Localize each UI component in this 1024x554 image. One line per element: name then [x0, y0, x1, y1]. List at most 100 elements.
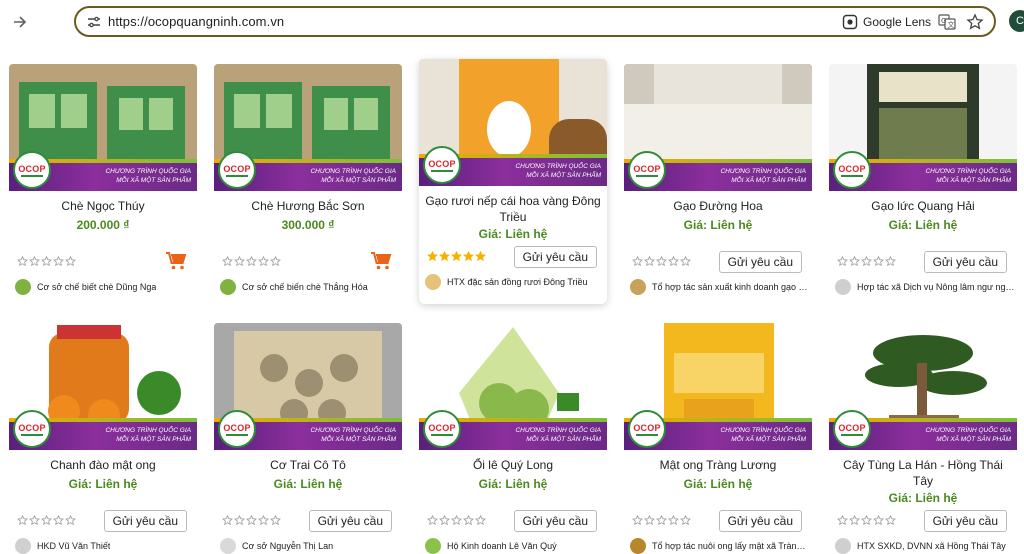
- seller-info[interactable]: Hợp tác xã Dịch vụ Nông lâm ngư nghiệp Q…: [835, 279, 1015, 295]
- product-price: Giá: Liên hệ: [68, 477, 138, 491]
- product-price: 200.000 ₫: [76, 218, 130, 232]
- rating-star-icon: [427, 515, 438, 526]
- seller-name[interactable]: HKD Vũ Văn Thiết: [37, 541, 110, 551]
- tune-icon[interactable]: [86, 14, 102, 30]
- ocop-badge-text: OCOP: [223, 423, 251, 433]
- seller-info[interactable]: HTX đặc sản đồng rươi Đông Triều: [425, 274, 605, 290]
- send-request-button[interactable]: Gửi yêu cầu: [718, 510, 802, 532]
- product-card[interactable]: CHƯƠNG TRÌNH QUỐC GIA MỖI XÃ MỘT SẢN PHẨ…: [829, 64, 1017, 309]
- banner-line-2: MỖI XÃ MỘT SẢN PHẨM: [731, 177, 806, 184]
- rating-star-icon: [270, 515, 281, 526]
- product-card[interactable]: CHƯƠNG TRÌNH QUỐC GIA MỖI XÃ MỘT SẢN PHẨ…: [624, 64, 812, 309]
- product-image[interactable]: CHƯƠNG TRÌNH QUỐC GIA MỖI XÃ MỘT SẢN PHẨ…: [9, 64, 197, 191]
- product-price: Giá: Liên hệ: [478, 477, 548, 491]
- product-image[interactable]: CHƯƠNG TRÌNH QUỐC GIA MỖI XÃ MỘT SẢN PHẨ…: [419, 323, 607, 450]
- banner-line-1: CHƯƠNG TRÌNH QUỐC GIA: [310, 427, 396, 434]
- send-request-button[interactable]: Gửi yêu cầu: [923, 251, 1007, 273]
- send-request-button[interactable]: Gửi yêu cầu: [513, 246, 597, 268]
- product-card[interactable]: CHƯƠNG TRÌNH QUỐC GIA MỖI XÃ MỘT SẢN PHẨ…: [214, 323, 402, 554]
- product-title[interactable]: Cây Tùng La Hán - Hồng Thái Tây: [835, 457, 1011, 489]
- product-image[interactable]: CHƯƠNG TRÌNH QUỐC GIA MỖI XÃ MỘT SẢN PHẨ…: [214, 323, 402, 450]
- seller-info[interactable]: Cơ sở Nguyễn Thị Lan: [220, 538, 400, 554]
- seller-name[interactable]: HTX SXKD, DVNN xã Hồng Thái Tây: [857, 541, 1006, 551]
- send-request-button[interactable]: Gửi yêu cầu: [308, 510, 392, 532]
- seller-info[interactable]: Tổ hợp tác nuôi ong lấy mật xã Tràng Lươ…: [630, 538, 810, 554]
- banner-line-2: MỖI XÃ MỘT SẢN PHẨM: [526, 436, 601, 443]
- seller-logo-icon: [220, 538, 236, 554]
- product-image[interactable]: CHƯƠNG TRÌNH QUỐC GIA MỖI XÃ MỘT SẢN PHẨ…: [829, 64, 1017, 191]
- forward-icon[interactable]: [9, 11, 31, 33]
- product-title[interactable]: Mật ong Tràng Lương: [630, 457, 806, 473]
- send-request-button[interactable]: Gửi yêu cầu: [513, 510, 597, 532]
- banner-line-2: MỖI XÃ MỘT SẢN PHẨM: [321, 436, 396, 443]
- rating-star-icon: [65, 256, 76, 267]
- add-to-cart-icon[interactable]: [165, 251, 187, 271]
- add-to-cart-icon[interactable]: [370, 251, 392, 271]
- seller-name[interactable]: Tổ hợp tác sản xuất kinh doanh gạo Đường…: [652, 282, 810, 292]
- product-title[interactable]: Ổi lê Quý Long: [425, 457, 601, 473]
- seller-info[interactable]: Cơ sở chế biết chè Dũng Nga: [15, 279, 195, 295]
- rating-star-icon: [65, 515, 76, 526]
- star-icon[interactable]: [966, 13, 984, 31]
- product-image[interactable]: CHƯƠNG TRÌNH QUỐC GIA MỖI XÃ MỘT SẢN PHẨ…: [419, 59, 607, 186]
- ocop-logo-icon: OCOP: [833, 151, 871, 189]
- seller-name[interactable]: Tổ hợp tác nuôi ong lấy mật xã Tràng Lươ…: [652, 541, 810, 551]
- seller-info[interactable]: Hộ Kinh doanh Lê Văn Quý: [425, 538, 605, 554]
- seller-name[interactable]: Hộ Kinh doanh Lê Văn Quý: [447, 541, 557, 551]
- ocop-badge-text: OCOP: [838, 423, 866, 433]
- product-title[interactable]: Chè Ngọc Thúy: [15, 198, 191, 214]
- product-card[interactable]: CHƯƠNG TRÌNH QUỐC GIA MỖI XÃ MỘT SẢN PHẨ…: [214, 64, 402, 309]
- rating-star-icon: [427, 251, 438, 262]
- address-bar[interactable]: https://ocopquangninh.com.vn Google Lens…: [74, 6, 996, 37]
- banner-line-1: CHƯƠNG TRÌNH QUỐC GIA: [720, 168, 806, 175]
- product-card[interactable]: CHƯƠNG TRÌNH QUỐC GIA MỖI XÃ MỘT SẢN PHẨ…: [829, 323, 1017, 554]
- rating-star-icon: [861, 256, 872, 267]
- profile-avatar[interactable]: C: [1009, 10, 1024, 32]
- send-request-button[interactable]: Gửi yêu cầu: [103, 510, 187, 532]
- ocop-badge-text: OCOP: [633, 423, 661, 433]
- seller-name[interactable]: Cơ sở Nguyễn Thị Lan: [242, 541, 333, 551]
- product-card[interactable]: CHƯƠNG TRÌNH QUỐC GIA MỖI XÃ MỘT SẢN PHẨ…: [9, 64, 197, 309]
- rating-star-icon: [53, 256, 64, 267]
- rating-star-icon: [656, 256, 667, 267]
- google-lens-button[interactable]: Google Lens: [842, 13, 931, 31]
- rating-star-icon: [849, 515, 860, 526]
- seller-name[interactable]: HTX đặc sản đồng rươi Đông Triều: [447, 277, 588, 287]
- banner-line-1: CHƯƠNG TRÌNH QUỐC GIA: [720, 427, 806, 434]
- product-title[interactable]: Gạo rươi nếp cái hoa vàng Đông Triều: [425, 193, 601, 225]
- product-title[interactable]: Cơ Trai Cô Tô: [220, 457, 396, 473]
- product-title[interactable]: Chanh đào mật ong: [15, 457, 191, 473]
- product-image[interactable]: CHƯƠNG TRÌNH QUỐC GIA MỖI XÃ MỘT SẢN PHẨ…: [624, 323, 812, 450]
- rating-star-icon: [885, 256, 896, 267]
- product-price: Giá: Liên hệ: [273, 477, 343, 491]
- product-title[interactable]: Chè Hương Bắc Sơn: [220, 198, 396, 214]
- product-title[interactable]: Gạo lức Quang Hải: [835, 198, 1011, 214]
- seller-info[interactable]: Tổ hợp tác sản xuất kinh doanh gạo Đường…: [630, 279, 810, 295]
- product-card[interactable]: CHƯƠNG TRÌNH QUỐC GIA MỖI XÃ MỘT SẢN PHẨ…: [419, 323, 607, 554]
- ocop-badge-text: OCOP: [18, 423, 46, 433]
- seller-name[interactable]: Cơ sở chế biết chè Dũng Nga: [37, 282, 156, 292]
- seller-name[interactable]: Hợp tác xã Dịch vụ Nông lâm ngư nghiệp Q…: [857, 282, 1015, 292]
- product-title[interactable]: Gạo Đường Hoa: [630, 198, 806, 214]
- product-card[interactable]: CHƯƠNG TRÌNH QUỐC GIA MỖI XÃ MỘT SẢN PHẨ…: [9, 323, 197, 554]
- product-image[interactable]: CHƯƠNG TRÌNH QUỐC GIA MỖI XÃ MỘT SẢN PHẨ…: [829, 323, 1017, 450]
- banner-line-1: CHƯƠNG TRÌNH QUỐC GIA: [515, 163, 601, 170]
- product-card[interactable]: CHƯƠNG TRÌNH QUỐC GIA MỖI XÃ MỘT SẢN PHẨ…: [419, 59, 607, 304]
- product-image[interactable]: CHƯƠNG TRÌNH QUỐC GIA MỖI XÃ MỘT SẢN PHẨ…: [214, 64, 402, 191]
- seller-name[interactable]: Cơ sở chế biến chè Thắng Hóa: [242, 282, 368, 292]
- rating-star-icon: [475, 515, 486, 526]
- rating-stars: [427, 251, 486, 262]
- banner-line-1: CHƯƠNG TRÌNH QUỐC GIA: [310, 168, 396, 175]
- seller-info[interactable]: HKD Vũ Văn Thiết: [15, 538, 195, 554]
- translate-icon[interactable]: G文: [938, 13, 956, 31]
- product-image[interactable]: CHƯƠNG TRÌNH QUỐC GIA MỖI XÃ MỘT SẢN PHẨ…: [9, 323, 197, 450]
- send-request-button[interactable]: Gửi yêu cầu: [718, 251, 802, 273]
- product-image[interactable]: CHƯƠNG TRÌNH QUỐC GIA MỖI XÃ MỘT SẢN PHẨ…: [624, 64, 812, 191]
- banner-text: CHƯƠNG TRÌNH QUỐC GIA MỖI XÃ MỘT SẢN PHẨ…: [696, 167, 806, 185]
- seller-info[interactable]: Cơ sở chế biến chè Thắng Hóa: [220, 279, 400, 295]
- send-request-button[interactable]: Gửi yêu cầu: [923, 510, 1007, 532]
- product-card[interactable]: CHƯƠNG TRÌNH QUỐC GIA MỖI XÃ MỘT SẢN PHẨ…: [624, 323, 812, 554]
- url-text[interactable]: https://ocopquangninh.com.vn: [108, 14, 284, 29]
- rating-star-icon: [439, 515, 450, 526]
- seller-info[interactable]: HTX SXKD, DVNN xã Hồng Thái Tây: [835, 538, 1015, 554]
